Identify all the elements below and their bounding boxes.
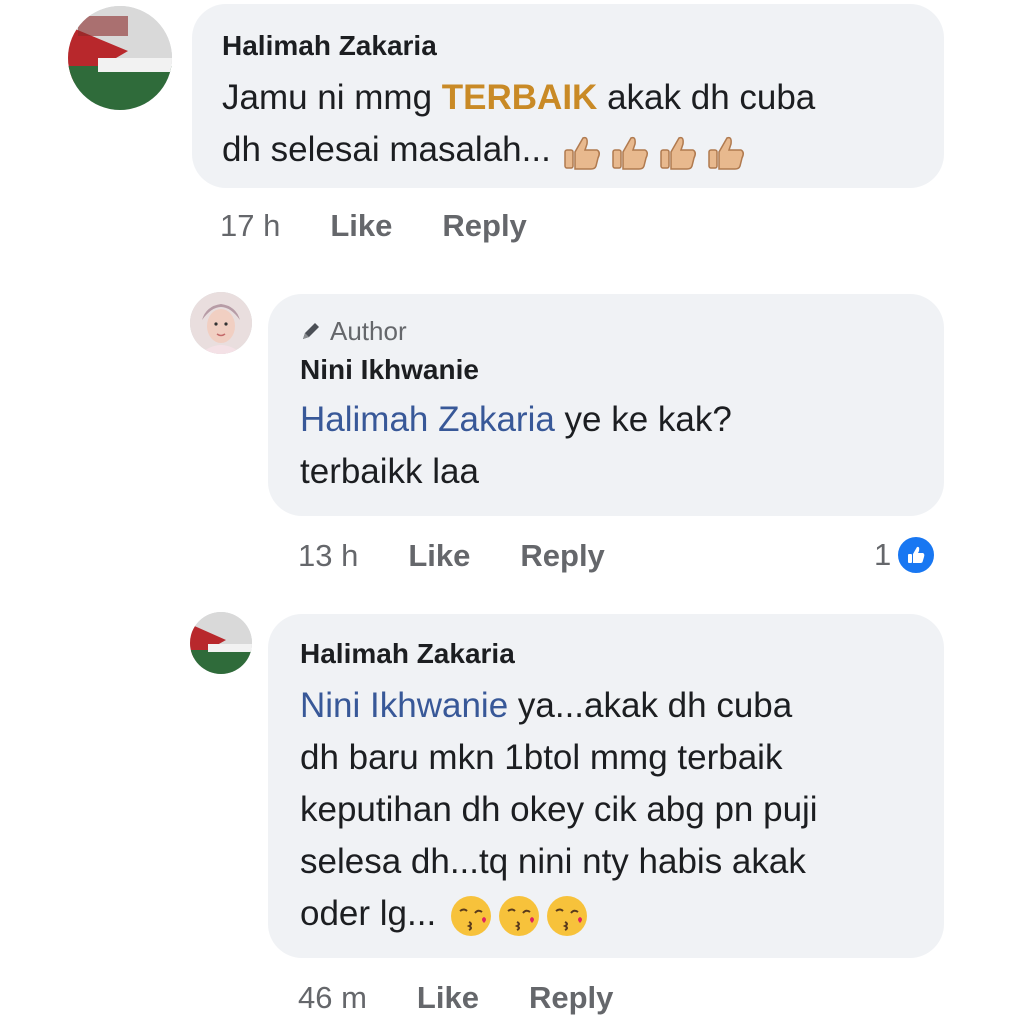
reply-button[interactable]: Reply bbox=[520, 538, 604, 574]
reaction-count: 1 bbox=[874, 537, 892, 572]
mention-link[interactable]: Halimah Zakaria bbox=[300, 400, 555, 439]
avatar-image bbox=[190, 292, 252, 354]
highlighted-word: TERBAIK bbox=[441, 78, 598, 117]
comment-actions: 17 h Like Reply bbox=[220, 208, 577, 244]
comment-text-line: Nini Ikhwanie ya...akak dh cuba bbox=[300, 686, 793, 725]
avatar[interactable] bbox=[68, 6, 172, 110]
comment-actions: 13 h Like Reply bbox=[298, 538, 655, 574]
comment-text-line: terbaikk laa bbox=[300, 452, 479, 491]
like-button[interactable]: Like bbox=[417, 980, 479, 1016]
avatar[interactable] bbox=[190, 292, 252, 354]
comment-actions: 46 m Like Reply bbox=[298, 980, 663, 1016]
avatar[interactable] bbox=[190, 612, 252, 674]
author-badge: Author bbox=[300, 314, 912, 348]
comment-text-line: dh baru mkn 1btol mmg terbaik bbox=[300, 738, 783, 777]
comment-timestamp[interactable]: 13 h bbox=[298, 538, 358, 574]
comment-text-line: keputihan dh okey cik abg pn puji bbox=[300, 790, 818, 829]
reply-button[interactable]: Reply bbox=[529, 980, 613, 1016]
comment-text-line: Jamu ni mmg TERBAIK akak dh cuba bbox=[222, 78, 816, 117]
pencil-icon bbox=[303, 323, 319, 339]
avatar-image bbox=[190, 612, 252, 674]
kissing-heart-emoji-group bbox=[436, 894, 596, 936]
comment-author[interactable]: Nini Ikhwanie bbox=[300, 352, 912, 388]
reaction-summary[interactable]: 1 bbox=[874, 534, 938, 576]
avatar-image bbox=[68, 6, 172, 110]
comment-text-line: Halimah Zakaria ye ke kak? bbox=[300, 400, 732, 439]
like-button[interactable]: Like bbox=[408, 538, 470, 574]
comment-author[interactable]: Halimah Zakaria bbox=[300, 636, 912, 672]
comment-timestamp[interactable]: 17 h bbox=[220, 208, 280, 244]
comment-text-line: dh selesai masalah... bbox=[222, 124, 914, 176]
comment-timestamp[interactable]: 46 m bbox=[298, 980, 367, 1016]
thumbs-up-emoji-group bbox=[551, 130, 757, 170]
comment-bubble: Halimah Zakaria Jamu ni mmg TERBAIK akak… bbox=[192, 4, 944, 188]
comment-author[interactable]: Halimah Zakaria bbox=[222, 28, 914, 64]
author-badge-label: Author bbox=[330, 316, 407, 346]
reply-button[interactable]: Reply bbox=[442, 208, 526, 244]
mention-link[interactable]: Nini Ikhwanie bbox=[300, 686, 508, 725]
like-reaction-icon bbox=[895, 534, 938, 576]
comment-bubble: Author Nini Ikhwanie Halimah Zakaria ye … bbox=[268, 294, 944, 516]
kissing-face-icon bbox=[450, 895, 587, 936]
comment-text-line: selesa dh...tq nini nty habis akak bbox=[300, 842, 806, 881]
comment-bubble: Halimah Zakaria Nini Ikhwanie ya...akak … bbox=[268, 614, 944, 958]
comment-text-line: oder lg... bbox=[300, 888, 912, 940]
thumbs-up-icon bbox=[563, 136, 744, 170]
like-button[interactable]: Like bbox=[330, 208, 392, 244]
